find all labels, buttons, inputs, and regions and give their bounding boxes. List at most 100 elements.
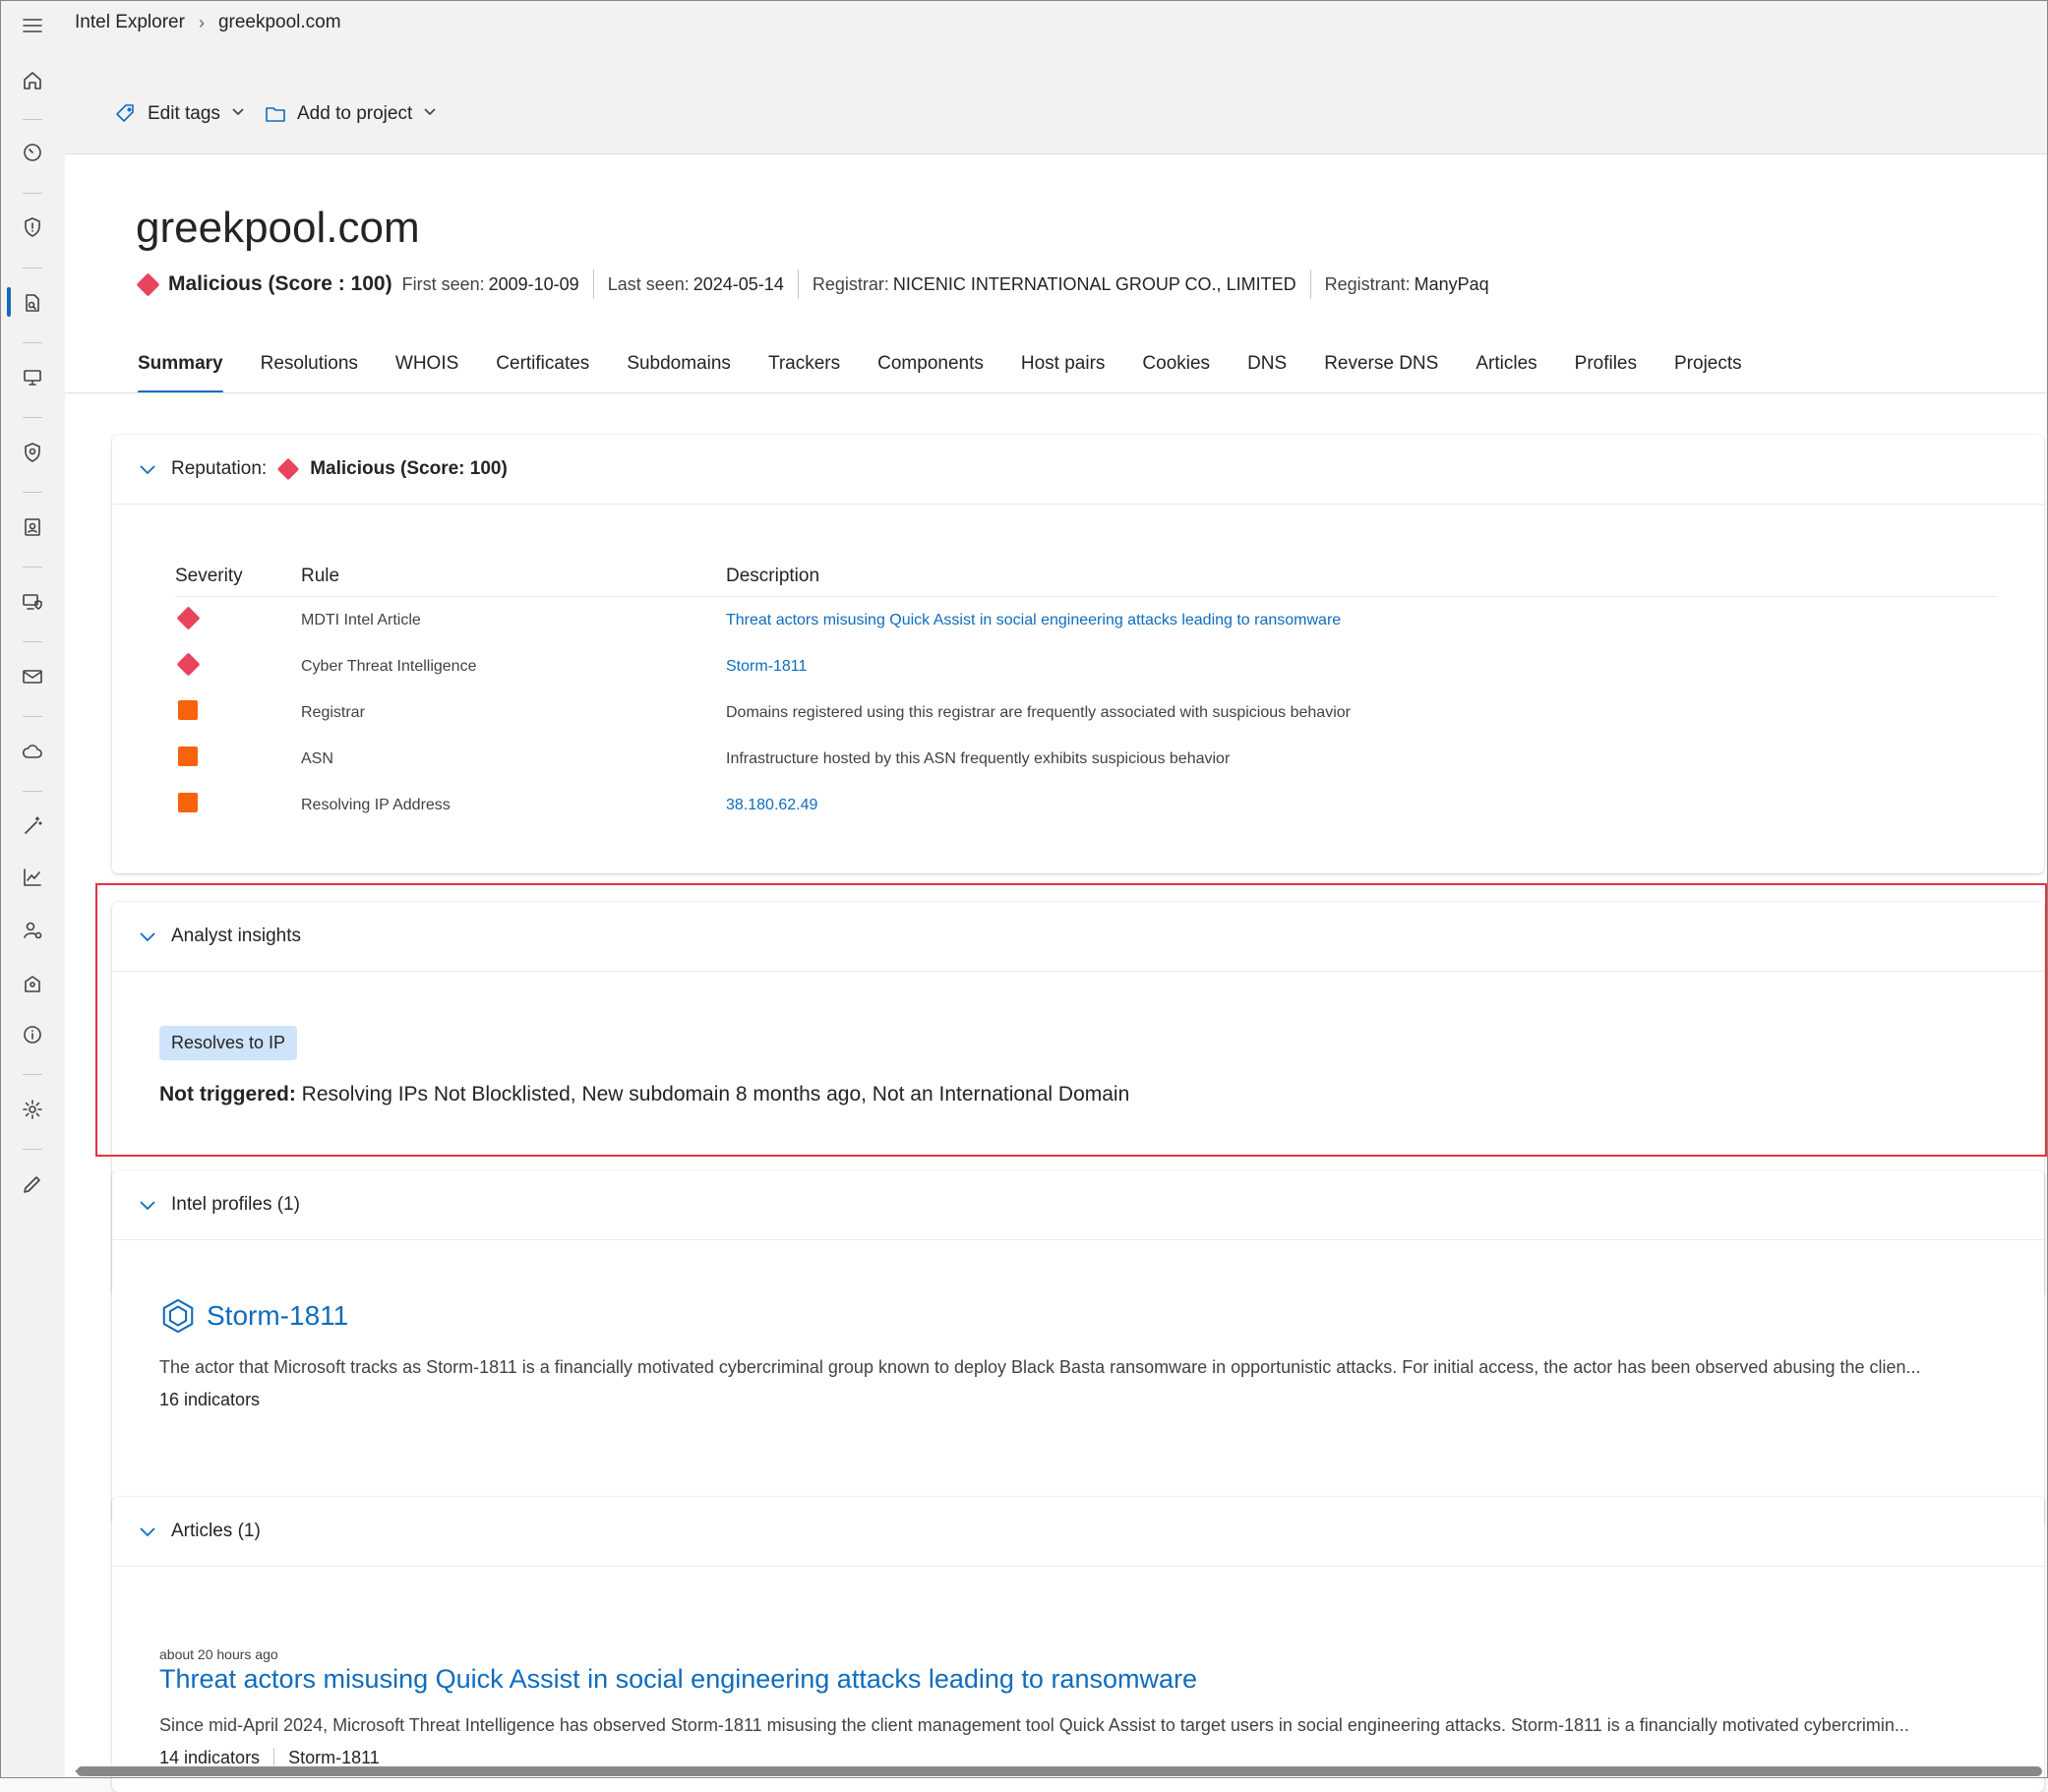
- tab-host-pairs[interactable]: Host pairs: [1002, 351, 1124, 393]
- user-settings-icon[interactable]: [15, 913, 50, 948]
- reputation-table: Severity Rule Description MDTI Intel Art…: [175, 557, 1997, 828]
- description-link[interactable]: Storm-1811: [726, 658, 1997, 676]
- reputation-card: Reputation: Malicious (Score: 100) Sever…: [112, 435, 2044, 873]
- article-indicators: 14 indicators: [159, 1748, 261, 1767]
- reputation-verdict: Malicious (Score: 100): [310, 458, 508, 479]
- add-to-project-button[interactable]: Add to project: [264, 102, 438, 126]
- chevron-down-icon: [422, 103, 438, 125]
- last-seen: Last seen: 2024-05-14: [592, 269, 798, 299]
- column-description: Description: [726, 566, 820, 586]
- magic-wand-icon[interactable]: [15, 808, 50, 844]
- breadcrumb-root[interactable]: Intel Explorer: [75, 12, 185, 33]
- articles-header[interactable]: Articles (1): [112, 1497, 2044, 1567]
- article-description: Since mid-April 2024, Microsoft Threat I…: [159, 1715, 1909, 1735]
- malicious-diamond-icon: [136, 271, 160, 297]
- intel-profiles-header[interactable]: Intel profiles (1): [112, 1170, 2044, 1240]
- reputation-header[interactable]: Reputation: Malicious (Score: 100): [112, 435, 2044, 505]
- insight-tag: Resolves to IP: [159, 1026, 298, 1060]
- profile-name[interactable]: Storm-1811: [207, 1300, 348, 1332]
- folder-icon: [266, 107, 285, 122]
- info-icon[interactable]: [15, 1017, 50, 1052]
- partner-icon[interactable]: [15, 966, 50, 1001]
- chevron-down-icon[interactable]: [126, 1195, 169, 1215]
- medium-severity-square-icon: [178, 793, 198, 812]
- articles-title: Articles (1): [171, 1521, 261, 1541]
- article-actor: Storm-1811: [288, 1748, 380, 1767]
- incidents-gauge-icon[interactable]: [15, 135, 50, 170]
- table-row: MDTI Intel Article Threat actors misusin…: [175, 597, 1997, 643]
- page-title: greekpool.com: [136, 204, 420, 252]
- tab-dns[interactable]: DNS: [1229, 351, 1305, 393]
- article-headline-link[interactable]: Threat actors misusing Quick Assist in s…: [159, 1664, 1197, 1695]
- edit-tags-button[interactable]: Edit tags: [114, 102, 246, 126]
- identity-protection-icon[interactable]: [15, 435, 50, 470]
- table-row: Resolving IP Address 38.180.62.49: [175, 782, 1997, 828]
- tab-trackers[interactable]: Trackers: [750, 351, 859, 393]
- cloud-icon[interactable]: [15, 734, 50, 769]
- horizontal-scrollbar[interactable]: [77, 1766, 2042, 1776]
- tab-components[interactable]: Components: [859, 351, 1002, 393]
- mail-icon[interactable]: [15, 659, 50, 694]
- identities-icon[interactable]: [15, 509, 50, 545]
- medium-severity-square-icon: [178, 747, 198, 766]
- chevron-down-icon[interactable]: [126, 459, 169, 479]
- table-row: Cyber Threat Intelligence Storm-1811: [175, 643, 1997, 689]
- registrar: Registrar: NICENIC INTERNATIONAL GROUP CO…: [797, 269, 1310, 299]
- edit-tags-label: Edit tags: [148, 103, 220, 124]
- description-link[interactable]: Threat actors misusing Quick Assist in s…: [726, 612, 1997, 629]
- tab-profiles[interactable]: Profiles: [1556, 351, 1656, 393]
- malicious-diamond-icon: [276, 457, 300, 481]
- rule-cell: ASN: [301, 749, 333, 767]
- add-to-project-label: Add to project: [297, 103, 413, 124]
- top-command-area: Intel Explorer › greekpool.com Edit tags…: [65, 0, 2048, 154]
- hamburger-menu-icon[interactable]: [15, 8, 50, 43]
- chevron-down-icon[interactable]: [126, 1522, 169, 1541]
- threat-intelligence-icon[interactable]: [15, 285, 50, 321]
- shield-icon[interactable]: [15, 209, 50, 245]
- analyst-insights-title: Analyst insights: [171, 926, 302, 946]
- breadcrumb: Intel Explorer › greekpool.com: [75, 12, 341, 33]
- chevron-down-icon[interactable]: [126, 926, 169, 946]
- tag-icon: [116, 104, 134, 122]
- indicator-meta: Malicious (Score : 100) First seen: 2009-…: [136, 269, 1503, 299]
- rule-cell: Registrar: [301, 703, 365, 721]
- medium-severity-square-icon: [178, 700, 198, 720]
- profile-description: The actor that Microsoft tracks as Storm…: [159, 1357, 1921, 1377]
- breadcrumb-current: greekpool.com: [217, 12, 341, 32]
- table-header: Severity Rule Description: [175, 557, 1997, 597]
- chart-icon[interactable]: [15, 860, 50, 895]
- chevron-right-icon: ›: [198, 12, 205, 32]
- rule-cell: MDTI Intel Article: [301, 611, 421, 628]
- tab-resolutions[interactable]: Resolutions: [242, 351, 377, 393]
- home-icon[interactable]: [15, 63, 50, 98]
- endpoints-icon[interactable]: [15, 584, 50, 620]
- intel-profiles-card: Intel profiles (1) Storm-1811 The actor …: [112, 1170, 2044, 1524]
- settings-gear-icon[interactable]: [15, 1092, 50, 1127]
- left-nav-rail: [0, 0, 66, 1778]
- tab-bar: Summary Resolutions WHOIS Certificates S…: [138, 351, 2048, 393]
- tab-certificates[interactable]: Certificates: [477, 351, 608, 393]
- chevron-down-icon: [230, 103, 246, 125]
- not-triggered-text: Not triggered: Resolving IPs Not Blockli…: [159, 1083, 1130, 1105]
- tab-cookies[interactable]: Cookies: [1123, 351, 1229, 393]
- article-meta: 14 indicators Storm-1811: [159, 1748, 380, 1768]
- devices-icon[interactable]: [15, 360, 50, 395]
- tab-whois[interactable]: WHOIS: [377, 351, 477, 393]
- profile-link[interactable]: Storm-1811: [159, 1297, 348, 1335]
- tab-articles[interactable]: Articles: [1457, 351, 1555, 393]
- description-link[interactable]: 38.180.62.49: [726, 797, 1997, 814]
- tab-summary[interactable]: Summary: [138, 351, 242, 393]
- analyst-insights-header[interactable]: Analyst insights: [112, 902, 2044, 972]
- first-seen: First seen: 2009-10-09: [401, 273, 579, 294]
- tab-projects[interactable]: Projects: [1656, 351, 1761, 393]
- column-severity: Severity: [175, 566, 243, 586]
- article-timestamp: about 20 hours ago: [159, 1646, 278, 1662]
- rule-cell: Resolving IP Address: [301, 796, 451, 813]
- tab-reverse-dns[interactable]: Reverse DNS: [1305, 351, 1457, 393]
- profile-indicators: 16 indicators: [159, 1390, 261, 1409]
- rule-cell: Cyber Threat Intelligence: [301, 657, 477, 675]
- main-content: greekpool.com Malicious (Score : 100) Fi…: [65, 154, 2048, 1792]
- edit-pencil-icon[interactable]: [15, 1166, 50, 1202]
- tab-subdomains[interactable]: Subdomains: [608, 351, 750, 393]
- high-severity-diamond-icon: [176, 651, 201, 677]
